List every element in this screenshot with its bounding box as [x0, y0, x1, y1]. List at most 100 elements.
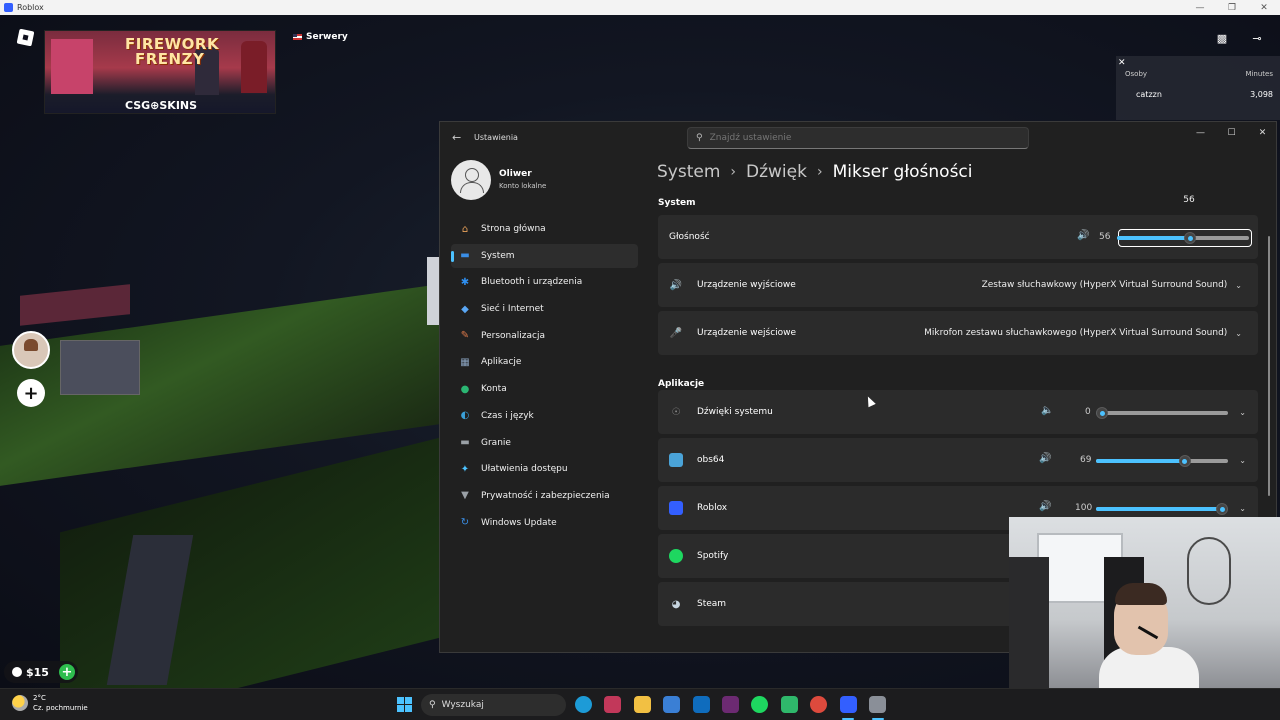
slack-icon[interactable] [722, 696, 739, 713]
sidebar-item-home[interactable]: ⌂ Strona główna [451, 217, 638, 241]
outlook-icon[interactable] [692, 696, 710, 713]
speaker-icon: 🔊 [669, 279, 683, 291]
app-volume-slider[interactable] [1096, 503, 1228, 515]
apps-icon: ▦ [460, 356, 470, 368]
weather-widget[interactable]: 2°C Cz. pochmurnie [12, 693, 88, 713]
edge-icon[interactable] [575, 696, 592, 713]
sidebar-item-bluetooth[interactable]: ✱ Bluetooth i urządzenia [451, 270, 638, 294]
volume-label: Głośność [669, 232, 710, 242]
leaderboard-close-icon[interactable]: ✕ [1118, 58, 1126, 68]
spotify-icon [669, 549, 683, 563]
close-button[interactable]: ✕ [1247, 122, 1276, 144]
backpack-icon[interactable]: ▩ [1215, 31, 1229, 45]
user-profile[interactable]: Oliwer Konto lokalne [451, 160, 631, 202]
sidebar-item-gamepad[interactable]: ▬ Granie [451, 431, 638, 455]
game-ad-banner[interactable]: FIREWORK FRENZY CSG⊕SKINS [44, 30, 276, 114]
add-currency-button[interactable]: + [59, 664, 75, 680]
chevron-down-icon[interactable]: ⌄ [1239, 456, 1246, 465]
leaderboard-player-value: 3,098 [1250, 90, 1273, 99]
app-volume-slider[interactable] [1096, 407, 1228, 419]
sidebar-item-globe[interactable]: ◐ Czas i język [451, 404, 638, 428]
update-icon: ↻ [460, 517, 470, 529]
sidebar-item-accessibility[interactable]: ✦ Ułatwienia dostępu [451, 457, 638, 481]
key-icon[interactable]: ⊸ [1250, 31, 1264, 45]
sidebar-item-wifi[interactable]: ◆ Sieć i Internet [451, 297, 638, 321]
app-volume-slider-thumb[interactable] [1178, 455, 1191, 467]
speaker-icon[interactable]: 🔊 [1039, 453, 1051, 464]
app-volume-slider-fill [1096, 507, 1222, 511]
output-device-select[interactable]: Zestaw słuchawkowy (HyperX Virtual Surro… [978, 274, 1246, 296]
windows-logo-icon [397, 697, 404, 704]
section-header-apps: Aplikacje [658, 379, 705, 389]
add-friend-button[interactable]: + [17, 379, 45, 407]
roblox-icon[interactable] [839, 696, 857, 713]
output-device-label: Urządzenie wyjściowe [697, 280, 796, 290]
breadcrumb-system[interactable]: System [657, 162, 720, 182]
sidebar-item-monitor[interactable]: ▬ System [451, 243, 638, 268]
settings-search[interactable]: ⚲ [687, 127, 1029, 149]
sidebar-item-apps[interactable]: ▦ Aplikacje [451, 350, 638, 374]
speaker-muted-icon[interactable]: 🔈 [1041, 405, 1053, 416]
weather-temperature: 2°C [33, 694, 46, 702]
spotify-icon[interactable] [751, 696, 769, 713]
search-icon: ⚲ [696, 133, 703, 143]
servers-button[interactable]: Serwery [293, 32, 348, 42]
shield-icon: ▼ [461, 490, 469, 502]
player-avatar[interactable] [12, 331, 50, 369]
roblox-menu-button[interactable] [16, 28, 35, 47]
input-device-value: Mikrofon zestawu słuchawkowego (HyperX V… [924, 328, 1228, 338]
restore-button[interactable]: ❐ [1216, 0, 1248, 15]
sidebar-item-label: Granie [481, 437, 511, 448]
start-button[interactable] [397, 697, 412, 712]
volume-slider[interactable] [1117, 232, 1249, 244]
sidebar-item-label: Windows Update [481, 517, 557, 528]
discord-icon[interactable] [780, 696, 798, 713]
settings-search-input[interactable] [709, 133, 1010, 143]
ad-brand: CSG⊕SKINS [124, 99, 198, 112]
webcam-scene [1187, 537, 1231, 605]
spotify-icon [669, 549, 683, 563]
servers-label: Serwery [306, 32, 348, 42]
app-volume-slider[interactable] [1096, 455, 1228, 467]
windows-logo-icon [405, 697, 412, 704]
maximize-button[interactable]: ☐ [1216, 122, 1247, 144]
sidebar-item-shield[interactable]: ▼ Prywatność i zabezpieczenia [451, 484, 638, 508]
settings-icon[interactable] [869, 696, 886, 713]
chrome-icon[interactable] [810, 696, 828, 713]
chevron-down-icon[interactable]: ⌄ [1239, 504, 1246, 513]
bluetooth-icon: ✱ [460, 276, 470, 288]
coin-icon [12, 667, 22, 677]
breadcrumb-sound[interactable]: Dźwięk [746, 162, 807, 182]
input-device-select[interactable]: Mikrofon zestawu słuchawkowego (HyperX V… [920, 322, 1246, 344]
speaker-icon[interactable]: 🔊 [1077, 230, 1089, 241]
obs-icon [669, 453, 683, 467]
store-icon[interactable] [663, 696, 681, 713]
sidebar-item-update[interactable]: ↻ Windows Update [451, 511, 638, 535]
taskbar-search[interactable]: ⚲ Wyszukaj [421, 694, 566, 716]
input-device-card[interactable]: 🎤 Urządzenie wejściowe Mikrofon zestawu … [658, 311, 1258, 355]
minimize-button[interactable]: — [1184, 0, 1216, 15]
explorer-icon[interactable] [633, 696, 651, 713]
chevron-down-icon[interactable]: ⌄ [1239, 408, 1246, 417]
minimize-button[interactable]: — [1185, 122, 1216, 144]
snipping-icon[interactable] [604, 696, 622, 713]
back-arrow-icon[interactable]: ← [452, 131, 461, 144]
windows-logo-icon [405, 705, 412, 712]
app-volume-row: obs64 🔊 69 ⌄ [658, 438, 1258, 482]
volume-slider-fill [1117, 236, 1191, 240]
app-name: Spotify [697, 551, 729, 561]
sidebar-item-brush[interactable]: ✎ Personalizacja [451, 324, 638, 348]
scrollbar[interactable] [1268, 236, 1270, 496]
sidebar-item-person[interactable]: ● Konta [451, 377, 638, 401]
app-volume-slider-thumb[interactable] [1096, 407, 1108, 419]
home-icon: ⌂ [461, 223, 469, 235]
chevron-right-icon: › [730, 164, 737, 180]
output-device-card[interactable]: 🔊 Urządzenie wyjściowe Zestaw słuchawkow… [658, 263, 1258, 307]
leaderboard-player-name[interactable]: catzzn [1136, 90, 1162, 99]
app-volume-slider-thumb[interactable] [1216, 503, 1228, 515]
close-button[interactable]: ✕ [1248, 0, 1280, 15]
sidebar-item-label: Prywatność i zabezpieczenia [481, 490, 610, 501]
sidebar-item-label: Ułatwienia dostępu [481, 464, 568, 475]
speaker-icon[interactable]: 🔊 [1039, 501, 1051, 512]
sidebar-item-label: System [481, 250, 515, 261]
